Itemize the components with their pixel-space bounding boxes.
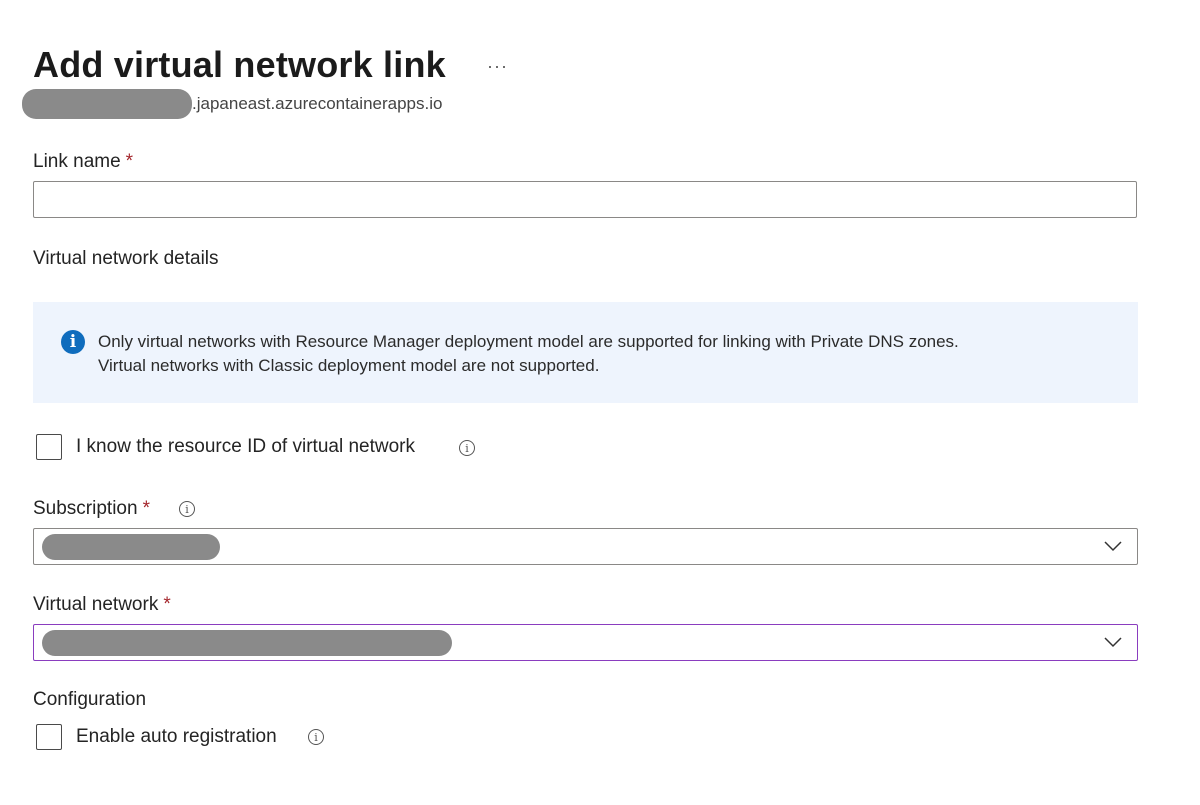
more-options-icon[interactable]: ··· [487,56,508,77]
info-tooltip-icon[interactable]: i [308,729,324,745]
virtual-network-dropdown[interactable] [33,624,1138,661]
info-tooltip-icon[interactable]: i [459,440,475,456]
required-mark: * [125,151,134,172]
link-name-label: Link name * [33,151,133,173]
required-mark: * [142,498,150,519]
configuration-heading: Configuration [33,689,147,710]
required-mark: * [163,594,171,615]
subscription-label: Subscription * [33,498,150,520]
redacted-zone-name [22,89,192,119]
link-name-input[interactable] [34,182,1136,217]
resource-id-checkbox-label: I know the resource ID of virtual networ… [76,436,415,457]
link-name-field-wrapper [33,181,1137,218]
chevron-down-icon [1104,541,1122,552]
info-banner-line-2: Virtual networks with Classic deployment… [98,356,600,375]
page-title: Add virtual network link [33,44,446,85]
redacted-subscription-value [42,534,220,560]
virtual-network-label-text: Virtual network [33,594,159,615]
virtual-network-label: Virtual network * [33,594,171,616]
chevron-down-icon [1104,637,1122,648]
subscription-label-text: Subscription [33,498,138,519]
auto-registration-checkbox[interactable] [36,724,62,750]
redacted-vnet-value [42,630,452,656]
link-name-label-text: Link name [33,151,121,172]
info-tooltip-icon[interactable]: i [179,501,195,517]
info-banner-text: Only virtual networks with Resource Mana… [98,330,959,378]
info-banner-line-1: Only virtual networks with Resource Mana… [98,332,959,351]
info-icon: i [61,330,85,354]
resource-subtitle: .japaneast.azurecontainerapps.io [22,89,442,119]
subtitle-suffix: .japaneast.azurecontainerapps.io [192,94,443,113]
resource-id-checkbox[interactable] [36,434,62,460]
vnet-details-heading: Virtual network details [33,248,219,269]
auto-registration-label: Enable auto registration [76,726,277,747]
subscription-dropdown[interactable] [33,528,1138,565]
